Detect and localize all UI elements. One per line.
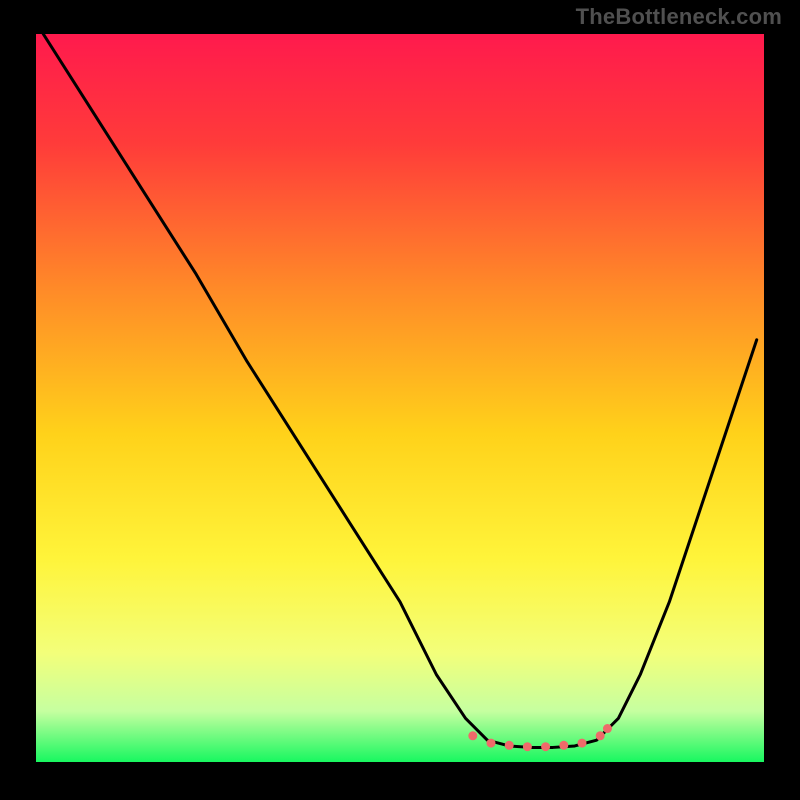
chart-svg [36,34,764,762]
watermark-text: TheBottleneck.com [576,4,782,30]
chart-marker [596,731,605,740]
chart-marker [523,742,532,751]
chart-marker [603,724,612,733]
chart-marker [541,742,550,751]
chart-marker [487,739,496,748]
chart-marker [505,741,514,750]
chart-frame: TheBottleneck.com [0,0,800,800]
chart-background-gradient [36,34,764,762]
chart-marker [468,731,477,740]
chart-plot [36,34,764,762]
chart-marker [578,739,587,748]
chart-marker [559,741,568,750]
